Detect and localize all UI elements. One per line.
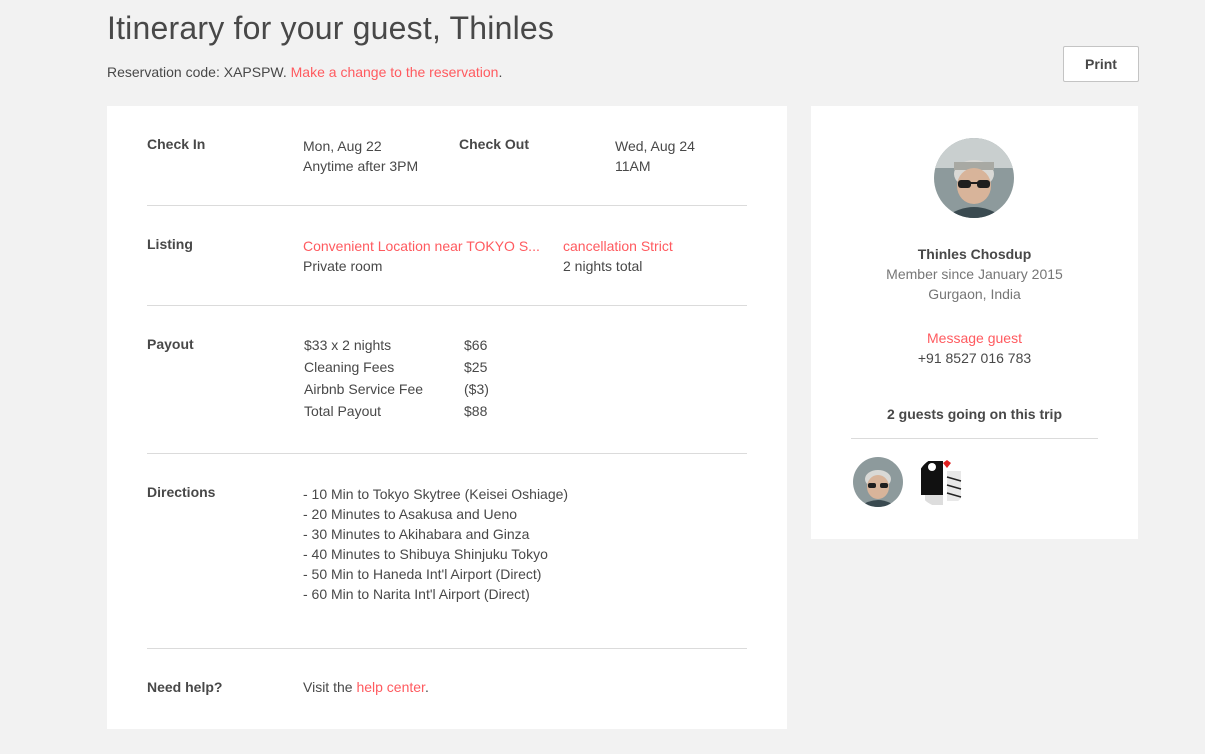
checkout-date: Wed, Aug 24 xyxy=(615,138,695,154)
payout-amount: $25 xyxy=(464,359,488,375)
payout-row: Cleaning Fees $25 xyxy=(304,359,504,381)
reservation-code-line: Reservation code: XAPSPW. Make a change … xyxy=(107,64,502,80)
help-section: Need help? Visit the help center. xyxy=(147,679,747,703)
checkout-time: 11AM xyxy=(615,158,651,174)
payout-row: Airbnb Service Fee ($3) xyxy=(304,381,504,403)
payout-row: Total Payout $88 xyxy=(304,403,504,425)
checkin-label: Check In xyxy=(147,136,206,152)
payout-table: $33 x 2 nights $66 Cleaning Fees $25 Air… xyxy=(304,337,504,425)
reservation-suffix: . xyxy=(498,64,503,80)
directions-label: Directions xyxy=(147,484,216,500)
listing-label: Listing xyxy=(147,236,193,252)
directions-list: - 10 Min to Tokyo Skytree (Keisei Oshiag… xyxy=(303,484,568,604)
payout-row: $33 x 2 nights $66 xyxy=(304,337,504,359)
divider xyxy=(147,453,747,454)
print-button[interactable]: Print xyxy=(1063,46,1139,82)
guest-avatar-small[interactable] xyxy=(853,457,903,507)
payout-item: Cleaning Fees xyxy=(304,359,395,375)
cancellation-policy-link[interactable]: cancellation Strict xyxy=(563,238,673,254)
page-title: Itinerary for your guest, Thinles xyxy=(107,10,555,46)
guest-member-since: Member since January 2015 xyxy=(886,266,1063,282)
guest-card: Thinles Chosdup Member since January 201… xyxy=(811,106,1138,539)
second-guest-avatar[interactable] xyxy=(917,457,967,507)
divider xyxy=(147,305,747,306)
divider xyxy=(147,648,747,649)
listing-section: Listing Convenient Location near TOKYO S… xyxy=(147,236,747,296)
listing-policy: cancellation Strict 2 nights total xyxy=(563,236,673,276)
direction-item: - 10 Min to Tokyo Skytree (Keisei Oshiag… xyxy=(303,486,569,502)
listing-details: Convenient Location near TOKYO S... Priv… xyxy=(303,236,540,276)
checkout-label: Check Out xyxy=(459,136,530,152)
divider xyxy=(147,205,747,206)
direction-item: - 40 Minutes to Shibuya Shinjuku Tokyo xyxy=(303,546,548,562)
payout-amount: ($3) xyxy=(464,381,489,397)
payout-section: Payout $33 x 2 nights $66 Cleaning Fees … xyxy=(147,336,747,436)
payout-item: $33 x 2 nights xyxy=(304,337,392,353)
guest-location: Gurgaon, India xyxy=(928,286,1021,302)
direction-item: - 50 Min to Haneda Int'l Airport (Direct… xyxy=(303,566,542,582)
payout-amount: $88 xyxy=(464,403,488,419)
message-guest-link[interactable]: Message guest xyxy=(927,330,1022,346)
change-reservation-link[interactable]: Make a change to the reservation xyxy=(291,64,499,80)
guest-avatar[interactable] xyxy=(934,138,1014,218)
help-label: Need help? xyxy=(147,679,223,695)
listing-name-link[interactable]: Convenient Location near TOKYO S... xyxy=(303,238,540,254)
itinerary-card: Check In Mon, Aug 22 Anytime after 3PM C… xyxy=(107,106,787,729)
help-center-link[interactable]: help center xyxy=(356,679,425,695)
checkin-time: Anytime after 3PM xyxy=(303,158,419,174)
payout-amount: $66 xyxy=(464,337,488,353)
payout-item: Airbnb Service Fee xyxy=(304,381,424,397)
checkin-details: Mon, Aug 22 Anytime after 3PM xyxy=(303,136,418,176)
divider xyxy=(851,438,1098,439)
checkout-details: Wed, Aug 24 11AM xyxy=(615,136,695,176)
direction-item: - 30 Minutes to Akihabara and Ginza xyxy=(303,526,530,542)
payout-item: Total Payout xyxy=(304,403,382,419)
help-suffix: . xyxy=(424,679,429,695)
guests-heading: 2 guests going on this trip xyxy=(887,406,1062,422)
guest-phone: +91 8527 016 783 xyxy=(917,350,1032,366)
help-prefix: Visit the xyxy=(303,679,357,695)
nights-total: 2 nights total xyxy=(563,258,643,274)
payout-label: Payout xyxy=(147,336,194,352)
checkin-date: Mon, Aug 22 xyxy=(303,138,382,154)
guest-name: Thinles Chosdup xyxy=(917,246,1032,262)
listing-room-type: Private room xyxy=(303,258,383,274)
checkin-section: Check In Mon, Aug 22 Anytime after 3PM C… xyxy=(147,136,747,196)
directions-section: Directions - 10 Min to Tokyo Skytree (Ke… xyxy=(147,484,747,614)
direction-item: - 20 Minutes to Asakusa and Ueno xyxy=(303,506,518,522)
reservation-code: Reservation code: XAPSPW. xyxy=(107,64,291,80)
help-text: Visit the help center. xyxy=(303,679,429,695)
direction-item: - 60 Min to Narita Int'l Airport (Direct… xyxy=(303,586,530,602)
